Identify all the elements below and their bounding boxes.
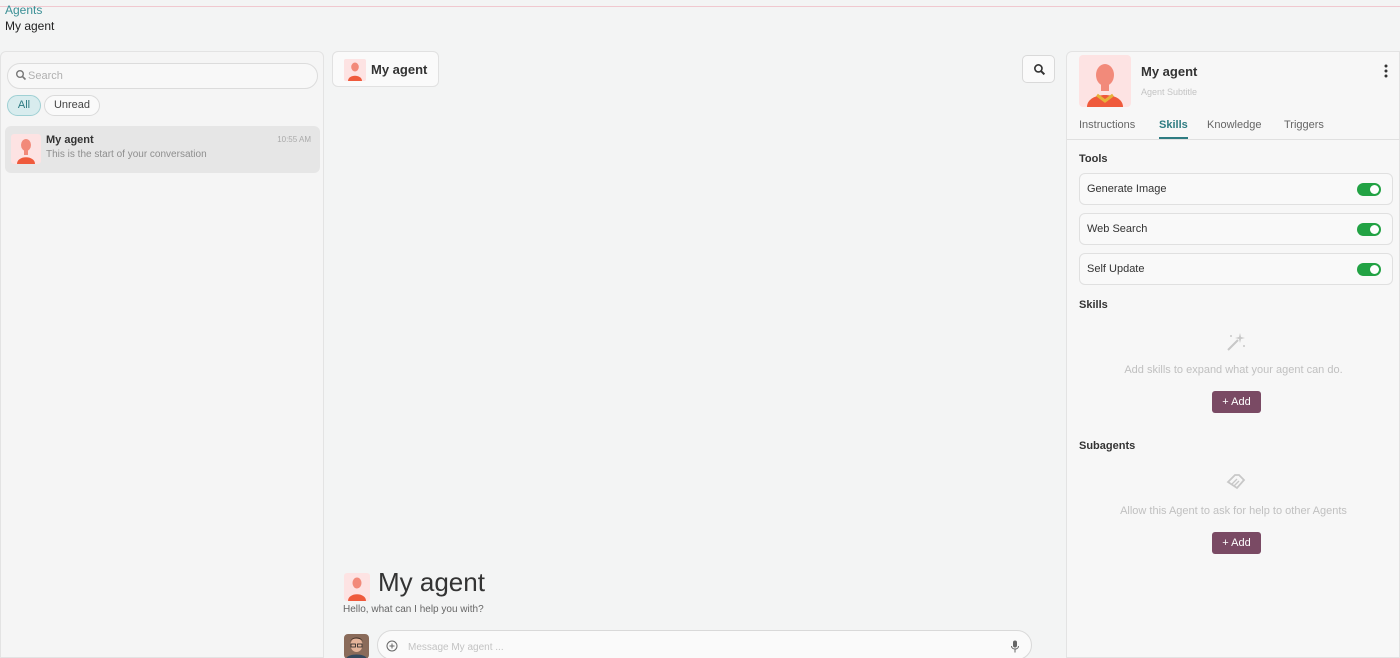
chat-hero-title: My agent <box>378 567 485 597</box>
active-tab-indicator <box>1159 137 1188 139</box>
chat-search-button[interactable] <box>1022 55 1055 83</box>
tool-self-update: Self Update <box>1079 253 1393 285</box>
agent-tabs: Instructions Skills Knowledge Triggers <box>1067 112 1400 140</box>
conversation-search[interactable] <box>7 63 318 89</box>
agent-avatar <box>344 573 370 601</box>
conversation-list-item[interactable]: My agent 10:55 AM This is the start of y… <box>5 126 320 173</box>
agent-avatar <box>344 59 366 81</box>
tool-toggle[interactable] <box>1357 183 1381 196</box>
breadcrumb-current: My agent <box>5 19 55 33</box>
skills-empty-message: Add skills to expand what your agent can… <box>1124 364 1343 376</box>
user-avatar-image <box>344 634 369 658</box>
add-skill-button[interactable]: + Add <box>1212 391 1261 413</box>
top-divider <box>0 6 1400 7</box>
chat-header-title: My agent <box>371 62 428 77</box>
breadcrumb-agents-link[interactable]: Agents <box>5 3 54 17</box>
search-icon <box>1034 64 1046 76</box>
conversation-list-panel: All Unread My agent 10:55 AM This is the… <box>0 51 324 658</box>
agent-subtitle[interactable]: Agent Subtitle <box>1141 87 1197 97</box>
tab-skills[interactable]: Skills <box>1159 119 1188 131</box>
tools-section-title: Tools <box>1079 153 1108 165</box>
breadcrumb: Agents My agent <box>5 3 54 33</box>
tool-web-search: Web Search <box>1079 213 1393 245</box>
tab-triggers[interactable]: Triggers <box>1284 119 1324 131</box>
microphone-icon[interactable] <box>1010 640 1020 653</box>
handshake-icon <box>1226 474 1246 490</box>
add-attachment-icon[interactable] <box>386 640 398 652</box>
tab-knowledge[interactable]: Knowledge <box>1207 119 1261 131</box>
agent-settings-panel: My agent Agent Subtitle Instructions Ski… <box>1066 51 1400 658</box>
filter-unread-button[interactable]: Unread <box>44 95 100 116</box>
message-composer[interactable] <box>377 630 1032 658</box>
chat-hero-subtitle: Hello, what can I help you with? <box>343 604 484 615</box>
tool-label: Generate Image <box>1087 183 1167 195</box>
user-avatar <box>344 634 369 658</box>
search-icon <box>16 70 27 81</box>
more-options-icon[interactable] <box>1381 63 1391 79</box>
tool-toggle[interactable] <box>1357 263 1381 276</box>
magic-wand-icon <box>1227 333 1245 351</box>
subagents-section-title: Subagents <box>1079 440 1136 452</box>
tool-label: Web Search <box>1087 223 1148 235</box>
tool-generate-image: Generate Image <box>1079 173 1393 205</box>
chat-header-agent[interactable]: My agent <box>332 51 439 87</box>
tool-label: Self Update <box>1087 263 1145 275</box>
agent-avatar-image <box>1087 64 1123 107</box>
tool-toggle[interactable] <box>1357 223 1381 236</box>
agent-avatar[interactable] <box>1079 55 1131 107</box>
agent-name[interactable]: My agent <box>1141 64 1197 79</box>
tab-instructions[interactable]: Instructions <box>1079 119 1135 131</box>
conversation-time: 10:55 AM <box>277 135 311 144</box>
message-input[interactable] <box>408 639 998 655</box>
filter-all-button[interactable]: All <box>7 95 41 116</box>
subagents-empty-message: Allow this Agent to ask for help to othe… <box>1120 505 1347 517</box>
search-input[interactable] <box>28 67 308 85</box>
conversation-preview: This is the start of your conversation <box>46 149 207 160</box>
add-subagent-button[interactable]: + Add <box>1212 532 1261 554</box>
agent-avatar <box>11 134 41 164</box>
skills-section-title: Skills <box>1079 299 1108 311</box>
conversation-name: My agent <box>46 134 94 146</box>
